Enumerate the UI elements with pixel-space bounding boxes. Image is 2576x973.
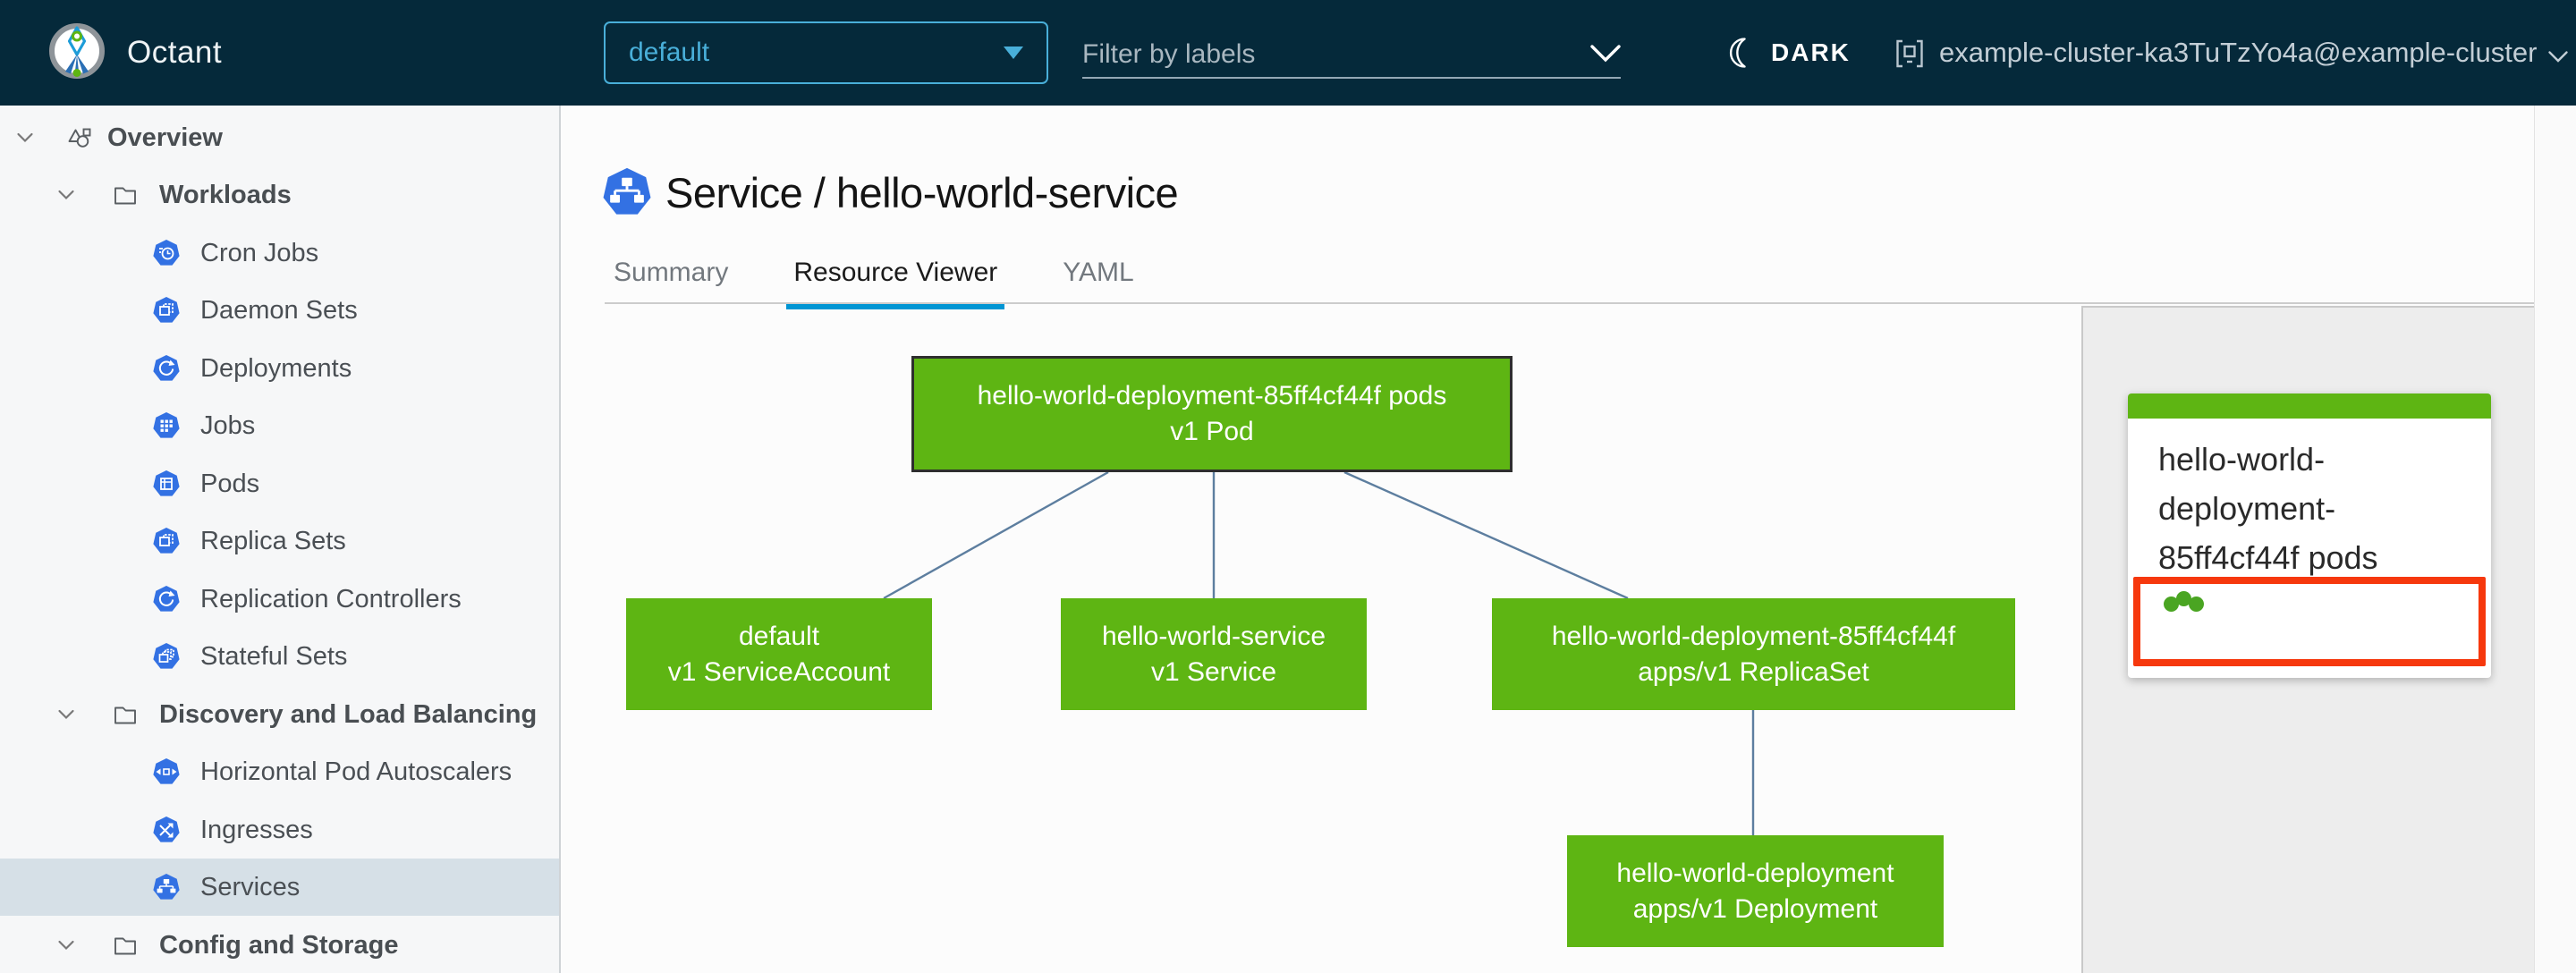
sidebar-item-overview[interactable]: Overview: [0, 109, 559, 166]
graph-node-kind: apps/v1 ReplicaSet: [1638, 656, 1869, 687]
graph-node-name: hello-world-service: [1101, 621, 1326, 651]
sidebar-item-label: Workloads: [159, 180, 292, 209]
chevron-down-icon[interactable]: [57, 939, 75, 952]
node-detail-panel: hello-world-deployment-85ff4cf44f pods: [2081, 306, 2534, 973]
sidebar-item-replication-controllers[interactable]: Replication Controllers: [0, 571, 559, 628]
sidebar-item-services[interactable]: Services: [0, 859, 559, 916]
sidebar-item-label: Deployments: [200, 353, 352, 383]
graph-node-name: hello-world-deployment-85ff4cf44f: [1551, 621, 1956, 651]
navigation-sidebar: Overview Workloads Cron Jobs Daemon Sets…: [0, 106, 561, 973]
replica-sets-icon: [153, 528, 180, 554]
sidebar-item-stateful-sets[interactable]: Stateful Sets: [0, 628, 559, 685]
cluster-context-label: example-cluster-ka3TuTzYo4a@example-clus…: [1939, 37, 2538, 68]
sidebar-item-label: Daemon Sets: [200, 295, 358, 325]
sidebar-group-config-and-storage[interactable]: Config and Storage: [0, 917, 559, 973]
cron-jobs-icon: [153, 240, 180, 266]
filter-chevron-down-icon[interactable]: [1589, 43, 1622, 64]
deployments-icon: [153, 355, 180, 381]
resource-graph: hello-world-deployment-85ff4cf44f pods v…: [561, 106, 2087, 973]
sidebar-item-label: Pods: [200, 469, 260, 498]
sidebar-item-label: Jobs: [200, 410, 256, 440]
sidebar-item-label: Replica Sets: [200, 526, 346, 555]
theme-toggle-label: DARK: [1771, 38, 1851, 66]
sidebar-item-pods[interactable]: Pods: [0, 455, 559, 512]
replication-controllers-icon: [153, 586, 180, 612]
sidebar-item-label: Replication Controllers: [200, 584, 462, 613]
sidebar-item-label: Horizontal Pod Autoscalers: [200, 757, 513, 786]
graph-node-pod[interactable]: hello-world-deployment-85ff4cf44f pods v…: [911, 356, 1513, 472]
octant-app: Octant default DARK example-cluster-ka3T…: [0, 0, 2576, 973]
jobs-icon: [153, 412, 180, 438]
daemon-sets-icon: [153, 297, 180, 323]
graph-node-kind: v1 Pod: [1170, 417, 1254, 446]
app-header: Octant default DARK example-cluster-ka3T…: [0, 0, 2576, 106]
octant-logo-icon: [49, 23, 105, 79]
context-chevron-down-icon: [2548, 50, 2569, 63]
graph-node-name: default: [738, 621, 820, 651]
dropdown-caret-icon: [1004, 47, 1023, 59]
graph-node-service[interactable]: hello-world-service v1 Service: [1061, 598, 1367, 710]
namespace-dropdown[interactable]: default: [604, 21, 1048, 84]
graph-node-name: hello-world-deployment-85ff4cf44f pods: [977, 381, 1447, 410]
graph-node-kind: apps/v1 Deployment: [1632, 893, 1878, 924]
sidebar-item-label: Discovery and Load Balancing: [159, 699, 538, 729]
sidebar-group-discovery-and-load-balancing[interactable]: Discovery and Load Balancing: [0, 686, 559, 743]
pods-icon: [153, 470, 180, 496]
chevron-down-icon[interactable]: [57, 189, 75, 201]
label-filter-input[interactable]: [1082, 32, 1621, 79]
graph-node-replicaset[interactable]: hello-world-deployment-85ff4cf44f apps/v…: [1492, 598, 2015, 710]
services-icon: [153, 874, 180, 900]
sidebar-item-label: Cron Jobs: [200, 238, 319, 267]
ingresses-icon: [153, 816, 180, 842]
graph-node-serviceaccount[interactable]: default v1 ServiceAccount: [626, 598, 932, 710]
sidebar-item-label: Config and Storage: [159, 930, 399, 960]
pod-list-highlight: [2133, 577, 2486, 666]
horizontal-pod-autoscalers-icon: [153, 758, 180, 784]
sidebar-group-workloads[interactable]: Workloads: [0, 166, 559, 224]
stateful-sets-icon: [153, 643, 180, 669]
card-status-bar: [2128, 393, 2491, 419]
sidebar-item-ingresses[interactable]: Ingresses: [0, 801, 559, 859]
sidebar-item-cron-jobs[interactable]: Cron Jobs: [0, 224, 559, 282]
chevron-down-icon[interactable]: [16, 131, 34, 144]
sidebar-item-replica-sets[interactable]: Replica Sets: [0, 512, 559, 570]
graph-node-kind: v1 Service: [1150, 656, 1277, 687]
dark-theme-toggle[interactable]: DARK: [1723, 0, 1851, 106]
graph-node-name: hello-world-deployment: [1616, 858, 1894, 888]
sidebar-item-label: Stateful Sets: [200, 641, 348, 671]
applications-icon: [68, 128, 91, 148]
moon-icon: [1729, 38, 1746, 68]
graph-node-deployment[interactable]: hello-world-deployment apps/v1 Deploymen…: [1567, 835, 1944, 947]
sidebar-item-label: Ingresses: [200, 815, 313, 844]
cluster-icon: [1896, 39, 1923, 68]
folder-icon: [114, 187, 136, 205]
graph-node-kind: v1 ServiceAccount: [667, 656, 891, 687]
sidebar-item-label: Overview: [107, 123, 223, 152]
sidebar-item-deployments[interactable]: Deployments: [0, 340, 559, 397]
chevron-down-icon[interactable]: [57, 708, 75, 721]
sidebar-item-daemon-sets[interactable]: Daemon Sets: [0, 282, 559, 339]
pod-status-dots: [2164, 591, 2479, 612]
sidebar-item-jobs[interactable]: Jobs: [0, 397, 559, 454]
card-title: hello-world-deployment-85ff4cf44f pods: [2158, 441, 2378, 576]
cluster-context-selector[interactable]: example-cluster-ka3TuTzYo4a@example-clus…: [1893, 0, 2569, 106]
selected-node-card[interactable]: hello-world-deployment-85ff4cf44f pods: [2128, 393, 2491, 678]
scroll-gutter: [2534, 106, 2576, 973]
namespace-dropdown-value: default: [629, 38, 710, 67]
sidebar-item-label: Services: [200, 872, 301, 901]
app-title: Octant: [127, 35, 223, 70]
folder-icon: [114, 937, 136, 955]
sidebar-item-horizontal-pod-autoscalers[interactable]: Horizontal Pod Autoscalers: [0, 743, 559, 800]
folder-icon: [114, 706, 136, 724]
pod-status-dot[interactable]: [2176, 591, 2191, 606]
